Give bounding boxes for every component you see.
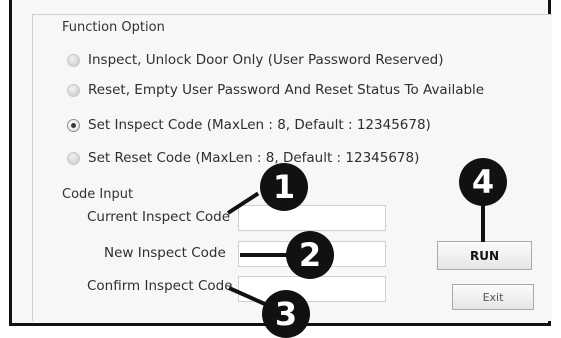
radio-label: Reset, Empty User Password And Reset Sta…	[88, 82, 485, 98]
code-input-section-title: Code Input	[62, 187, 134, 202]
radio-option-reset-empty[interactable]: Reset, Empty User Password And Reset Sta…	[67, 80, 484, 100]
current-inspect-code-label: Current Inspect Code	[87, 209, 231, 225]
radio-button[interactable]	[67, 151, 80, 165]
radio-button[interactable]	[67, 83, 80, 97]
callout-marker-4: 4	[459, 158, 507, 206]
radio-button-selected[interactable]	[67, 118, 80, 132]
radio-option-set-inspect-code[interactable]: Set Inspect Code (MaxLen : 8, Default : …	[67, 115, 431, 135]
callout-2-leader-line	[240, 253, 290, 257]
callout-marker-2: 2	[286, 231, 334, 279]
radio-option-set-reset-code[interactable]: Set Reset Code (MaxLen : 8, Default : 12…	[67, 148, 419, 168]
confirm-inspect-code-input[interactable]	[238, 276, 386, 302]
callout-marker-3: 3	[262, 290, 310, 338]
new-inspect-code-label: New Inspect Code	[104, 245, 226, 261]
callout-marker-1: 1	[260, 163, 308, 211]
radio-label: Set Inspect Code (MaxLen : 8, Default : …	[88, 117, 431, 133]
radio-label: Set Reset Code (MaxLen : 8, Default : 12…	[88, 150, 420, 166]
callout-4-leader-line	[481, 205, 485, 242]
run-button[interactable]: RUN	[437, 241, 532, 270]
function-option-group-title: Function Option	[62, 20, 165, 35]
radio-button[interactable]	[67, 53, 80, 67]
current-inspect-code-input[interactable]	[238, 205, 386, 231]
radio-option-inspect-unlock[interactable]: Inspect, Unlock Door Only (User Password…	[67, 50, 443, 70]
radio-label: Inspect, Unlock Door Only (User Password…	[88, 52, 444, 68]
confirm-inspect-code-label: Confirm Inspect Code	[87, 278, 233, 294]
exit-button[interactable]: Exit	[452, 284, 534, 310]
